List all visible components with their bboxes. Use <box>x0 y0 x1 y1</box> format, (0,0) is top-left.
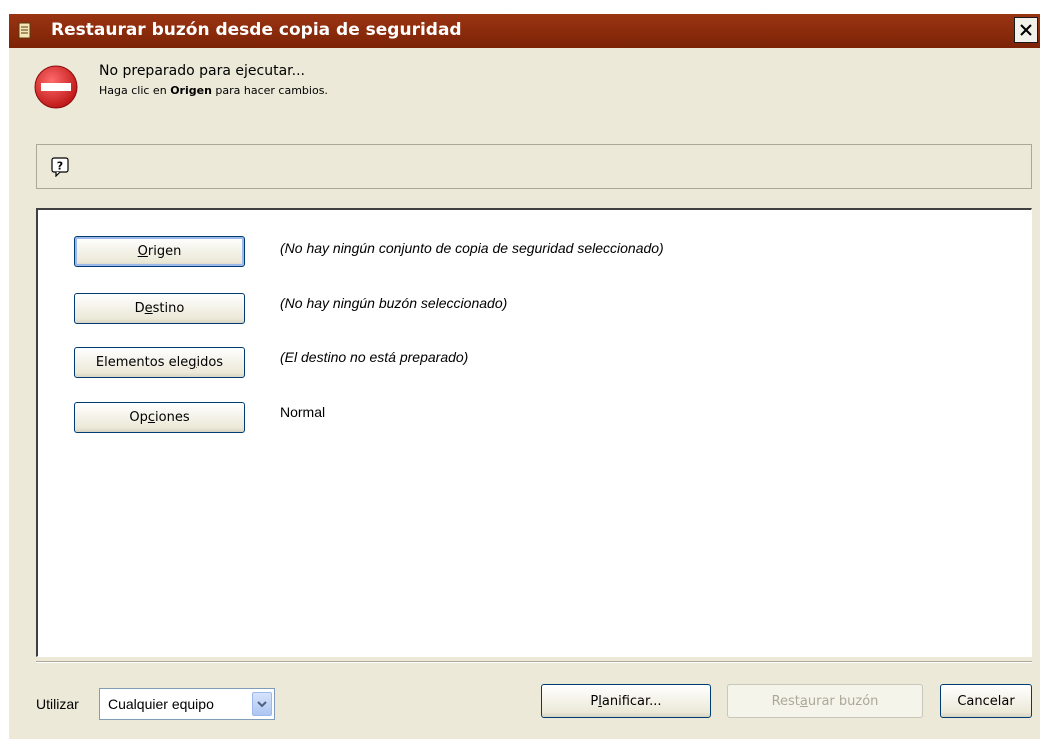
schedule-button-label: Planificar... <box>590 693 662 709</box>
status-hint-suffix: para hacer cambios. <box>211 84 328 97</box>
status-hint-prefix: Haga clic en <box>99 84 171 97</box>
settings-panel: Origen (No hay ningún conjunto de copia … <box>36 208 1032 657</box>
restore-mailbox-button[interactable]: Restaurar buzón <box>727 684 923 718</box>
close-icon <box>1020 24 1032 36</box>
footer-separator <box>36 661 1032 663</box>
help-panel: ? <box>36 144 1032 189</box>
destination-description: (No hay ningún buzón seleccionado) <box>280 295 508 311</box>
svg-text:?: ? <box>57 160 63 173</box>
source-button-label: Origen <box>137 244 182 259</box>
options-description: Normal <box>280 404 326 420</box>
source-description: (No hay ningún conjunto de copia de segu… <box>280 240 664 256</box>
destination-button-label: Destino <box>134 301 185 316</box>
close-button[interactable] <box>1014 17 1038 43</box>
dropdown-button[interactable] <box>252 692 272 716</box>
source-button[interactable]: Origen <box>74 236 245 267</box>
use-label: Utilizar <box>36 696 79 712</box>
destination-button[interactable]: Destino <box>74 293 245 324</box>
options-button[interactable]: Opciones <box>74 402 245 433</box>
status-hint: Haga clic en Origen para hacer cambios. <box>99 84 328 97</box>
selected-items-button-label: Elementos elegidos <box>95 355 224 370</box>
selected-items-button[interactable]: Elementos elegidos <box>74 347 245 378</box>
title-bar[interactable]: Restaurar buzón desde copia de seguridad <box>9 14 1040 48</box>
computer-select[interactable]: Cualquier equipo <box>99 688 275 720</box>
selected-items-description: (El destino no está preparado) <box>280 349 469 365</box>
restore-mailbox-button-label: Restaurar buzón <box>771 693 879 709</box>
status-message: No preparado para ejecutar... <box>99 63 305 79</box>
options-button-label: Opciones <box>129 410 190 425</box>
computer-select-value: Cualquier equipo <box>108 696 214 712</box>
document-icon <box>18 22 31 39</box>
chevron-down-icon <box>257 701 267 708</box>
restore-mailbox-dialog: Restaurar buzón desde copia de seguridad… <box>9 14 1040 739</box>
help-icon[interactable]: ? <box>51 157 69 177</box>
window-title: Restaurar buzón desde copia de seguridad <box>51 20 462 40</box>
schedule-button[interactable]: Planificar... <box>541 684 711 718</box>
stop-icon <box>34 65 78 109</box>
cancel-button[interactable]: Cancelar <box>940 684 1032 718</box>
status-hint-bold: Origen <box>170 84 212 97</box>
